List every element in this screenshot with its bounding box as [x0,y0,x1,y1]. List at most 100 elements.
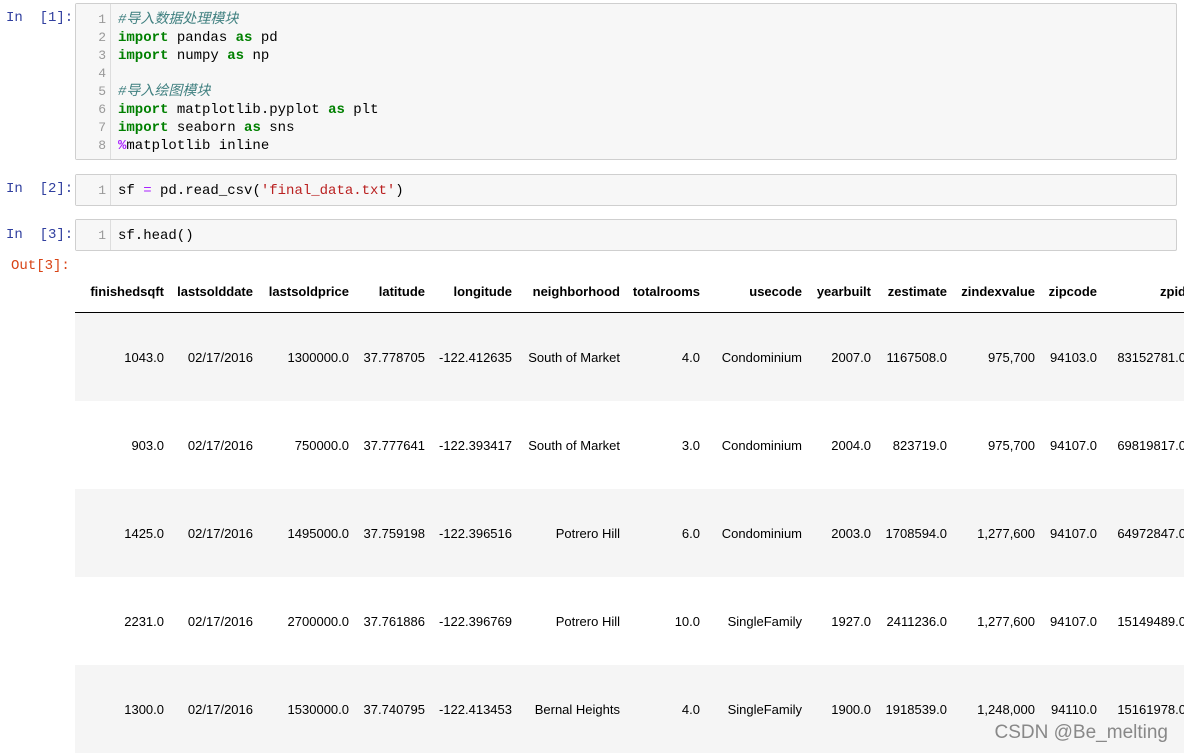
line-number: 3 [98,48,106,63]
code-token: import [118,30,169,46]
code-token: matplotlib.pyplot [168,102,329,118]
column-header: finishedsqft [75,270,170,313]
code-token: sf.head() [118,228,194,244]
code-line: 1 #导入数据处理模块 [76,11,1166,29]
line-number: 1 [98,183,106,198]
table-cell: -122.396516 [431,489,518,577]
code-line: 3 import numpy as np [76,47,1166,65]
code-token: as [244,120,261,136]
code-token: #导入绘图模块 [118,84,211,100]
table-cell: 2231.0 [75,577,170,665]
table-cell: 1918539.0 [877,665,953,753]
code-token: seaborn [168,120,245,136]
table-cell: 2700000.0 [259,577,355,665]
table-cell: SingleFamily [706,577,808,665]
dataframe-output-table: finishedsqft lastsolddate lastsoldprice lat… [75,270,1184,753]
column-header: latitude [355,270,431,313]
line-number: 7 [98,120,106,135]
table-cell: 37.777641 [355,401,431,489]
table-cell: 2411236.0 [877,577,953,665]
table-cell: 1,277,600 [953,489,1041,577]
column-header: zpid [1103,270,1184,313]
table-cell: 903.0 [75,401,170,489]
line-number: 2 [98,30,106,45]
table-cell: 37.740795 [355,665,431,753]
code-text: #导入绘图模块 [118,83,210,101]
table-cell: 823719.0 [877,401,953,489]
table-cell: 2003.0 [808,489,877,577]
table-cell: 37.759198 [355,489,431,577]
table-cell: 2004.0 [808,401,877,489]
table-row: 1043.0 02/17/2016 1300000.0 37.778705 -122.4… [75,312,1184,401]
table-cell: 1530000.0 [259,665,355,753]
code-token: sns [260,120,295,136]
code-token: 'final_data.txt' [260,183,396,199]
code-token: matplotlib inline [126,138,270,154]
code-token: np [244,48,270,64]
cell-1-prompt: In [1]: [6,10,74,26]
table-cell: 1300000.0 [259,312,355,401]
table-cell: -122.393417 [431,401,518,489]
cell-2-prompt: In [2]: [6,181,74,197]
code-token: ) [395,183,404,199]
column-header: totalrooms [626,270,706,313]
cell-2-code-editor[interactable]: 1 sf = pd.read_csv('final_data.txt') [75,174,1177,206]
table-cell: Potrero Hill [518,489,626,577]
table-cell: 1300.0 [75,665,170,753]
table-cell: 02/17/2016 [170,312,259,401]
table-row: 903.0 02/17/2016 750000.0 37.777641 -122.393… [75,401,1184,489]
code-token: import [118,120,169,136]
code-token: as [235,30,253,46]
table-cell: 4.0 [626,312,706,401]
code-token: #导入数据处理模块 [118,12,239,28]
code-line: 1 sf = pd.read_csv('final_data.txt') [76,182,1166,200]
table-cell: 02/17/2016 [170,401,259,489]
table-cell: 94103.0 [1041,312,1103,401]
column-header: lastsolddate [170,270,259,313]
line-number: 5 [98,84,106,99]
table-cell: 1167508.0 [877,312,953,401]
code-token: sf [118,183,144,199]
code-token: pandas [168,30,236,46]
code-token: numpy [168,48,228,64]
table-cell: 94107.0 [1041,489,1103,577]
code-line: 1 sf.head() [76,227,1166,245]
code-text: import numpy as np [118,47,269,65]
line-number: 4 [98,66,106,81]
table-cell: 02/17/2016 [170,665,259,753]
table-cell: 2007.0 [808,312,877,401]
table-cell: 94107.0 [1041,577,1103,665]
table-cell: 94107.0 [1041,401,1103,489]
cell-1-code-editor[interactable]: 1 #导入数据处理模块 2 import pandas as pd 3 import nu… [75,3,1177,160]
cell-3-code-editor[interactable]: 1 sf.head() [75,219,1177,251]
code-text: import seaborn as sns [118,119,294,137]
table-cell: 1495000.0 [259,489,355,577]
table-cell: 83152781.0 [1103,312,1184,401]
table-cell: 1708594.0 [877,489,953,577]
table-cell: 1043.0 [75,312,170,401]
code-line: 5 #导入绘图模块 [76,83,1166,101]
column-header: yearbuilt [808,270,877,313]
table-cell: Condominium [706,489,808,577]
line-number: 6 [98,102,106,117]
table-cell: 975,700 [953,401,1041,489]
column-header: longitude [431,270,518,313]
table-cell: 3.0 [626,401,706,489]
table-cell: 1425.0 [75,489,170,577]
watermark-text: CSDN @Be_melting [994,722,1168,743]
table-cell: -122.396769 [431,577,518,665]
code-token: as [227,48,245,64]
code-text: import matplotlib.pyplot as plt [118,101,378,119]
line-number: 1 [98,12,106,27]
table-cell: 69819817.0 [1103,401,1184,489]
table-cell: 10.0 [626,577,706,665]
table-header-row: finishedsqft lastsolddate lastsoldprice lat… [75,270,1184,313]
column-header: zindexvalue [953,270,1041,313]
table-cell: 02/17/2016 [170,489,259,577]
table-cell: 4.0 [626,665,706,753]
table-cell: -122.413453 [431,665,518,753]
cell-3-prompt: In [3]: [6,227,74,243]
code-text: import pandas as pd [118,29,278,47]
table-row: 1425.0 02/17/2016 1495000.0 37.759198 -122.3… [75,489,1184,577]
code-line: 6 import matplotlib.pyplot as plt [76,101,1166,119]
